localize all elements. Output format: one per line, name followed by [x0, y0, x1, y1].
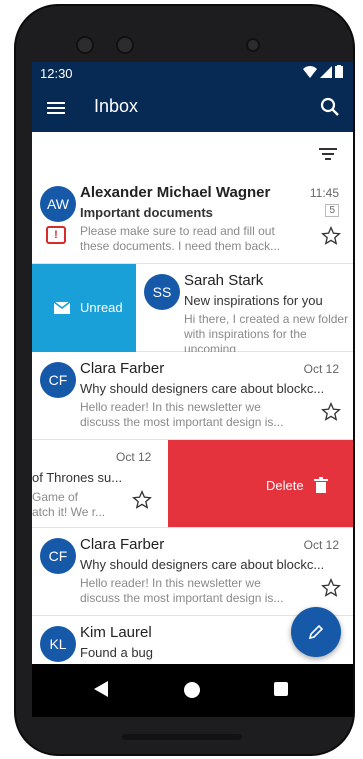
email-snippet: Hi there, I created a new folder with in…	[184, 312, 349, 356]
pencil-icon	[308, 624, 324, 640]
battery-icon	[335, 65, 343, 78]
important-icon: !	[46, 226, 66, 244]
star-icon[interactable]	[321, 226, 341, 246]
thread-count: 5	[325, 204, 339, 217]
swipe-delete-label: Delete	[266, 478, 304, 493]
speaker-grille	[122, 734, 242, 740]
menu-icon[interactable]	[46, 98, 66, 118]
filter-toolbar	[32, 132, 353, 176]
camera-icon	[76, 36, 94, 54]
mail-icon	[54, 302, 70, 314]
star-icon[interactable]	[321, 402, 341, 422]
star-icon[interactable]	[132, 490, 152, 510]
email-subject: Why should designers care about blockc..…	[80, 381, 325, 396]
back-icon[interactable]	[94, 681, 108, 697]
search-icon[interactable]	[319, 96, 341, 118]
email-sender: Sarah Stark	[184, 272, 264, 289]
list-item[interactable]: AW ! Alexander Michael Wagner Important …	[32, 176, 353, 264]
email-date: 11:45	[309, 186, 339, 200]
email-snippet: Hello reader! In this newsletter we disc…	[80, 576, 284, 605]
avatar: CF	[40, 362, 76, 398]
email-sender: Clara Farber	[80, 360, 165, 377]
email-date: Oct 12	[303, 538, 339, 552]
list-item[interactable]: of Thrones su... Game of atch it! We r..…	[32, 440, 353, 528]
home-icon[interactable]	[184, 682, 200, 698]
swipe-delete-action[interactable]: Delete	[168, 440, 353, 527]
email-snippet: Hello reader! In this newsletter we disc…	[80, 400, 284, 429]
email-sender: Clara Farber	[80, 536, 165, 553]
avatar: KL	[40, 626, 76, 662]
status-time: 12:30	[40, 66, 73, 81]
email-subject: New inspirations for you	[184, 293, 323, 308]
signal-icon	[320, 65, 332, 78]
app-bar: Inbox	[32, 84, 353, 132]
email-subject: of Thrones su...	[32, 470, 123, 485]
email-date: Oct 12	[116, 450, 152, 464]
swipe-unread-action[interactable]: Unread	[32, 264, 136, 352]
email-sender: Kim Laurel	[80, 624, 152, 641]
email-snippet: Please make sure to read and fill out th…	[80, 224, 281, 253]
email-subject: Why should designers care about blockc..…	[80, 557, 325, 572]
status-bar: 12:30	[32, 62, 353, 84]
filter-icon[interactable]	[319, 146, 337, 162]
email-subject: Found a bug	[80, 645, 154, 660]
avatar: SS	[144, 274, 180, 310]
page-title: Inbox	[94, 96, 139, 116]
email-snippet: Game of atch it! We r...	[32, 490, 106, 519]
recents-icon[interactable]	[274, 682, 288, 696]
status-icons	[303, 65, 343, 78]
list-item[interactable]: CF Clara Farber Why should designers car…	[32, 352, 353, 440]
swipe-unread-label: Unread	[80, 300, 123, 315]
compose-button[interactable]	[291, 607, 341, 657]
list-item[interactable]: Unread SS Sarah Stark New inspirations f…	[32, 264, 353, 356]
camera-icon	[116, 36, 134, 54]
avatar: AW	[40, 186, 76, 222]
sensor-icon	[246, 38, 260, 52]
trash-icon	[314, 477, 328, 493]
avatar: CF	[40, 538, 76, 574]
list-item[interactable]: CF Clara Farber Why should designers car…	[32, 528, 353, 616]
system-nav-bar	[32, 664, 353, 717]
star-icon[interactable]	[321, 578, 341, 598]
screen: 12:30 Inbox AW ! Alexander Michael Wagne…	[32, 62, 353, 717]
email-subject: Important documents	[80, 205, 213, 220]
wifi-icon	[303, 65, 317, 78]
email-sender: Alexander Michael Wagner	[80, 184, 271, 201]
email-date: Oct 12	[303, 362, 339, 376]
